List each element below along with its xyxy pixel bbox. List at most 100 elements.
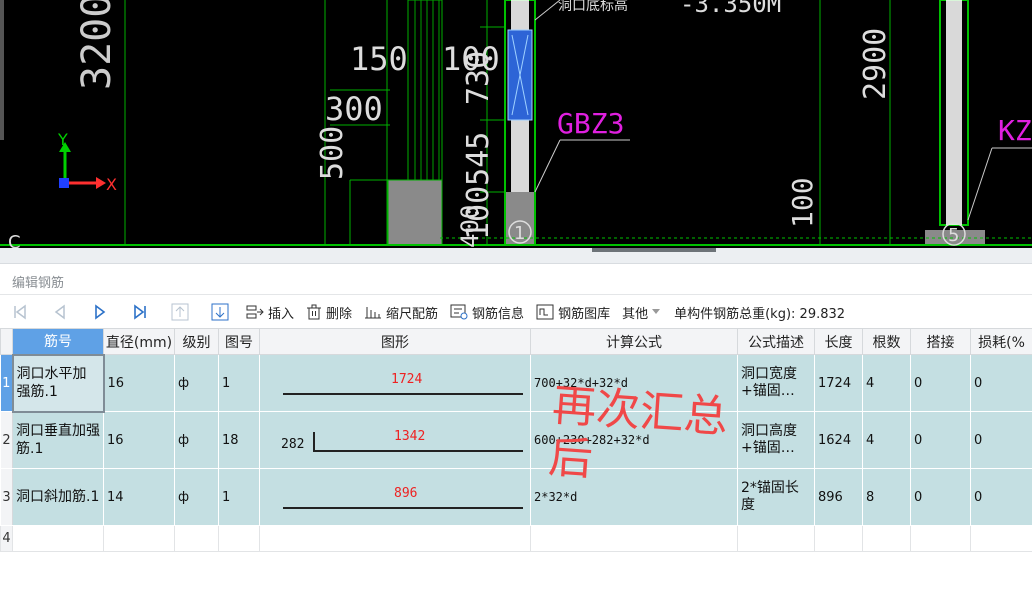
arrow-up-box-icon xyxy=(171,303,189,321)
grade-cell[interactable]: ф xyxy=(174,411,219,469)
lap-cell[interactable]: 0 xyxy=(910,468,971,526)
trash-icon xyxy=(307,304,322,320)
shape-cell[interactable]: 896 xyxy=(259,468,531,526)
header-count[interactable]: 根数 xyxy=(862,328,911,355)
table-row[interactable]: 2 洞口垂直加强筋.1 16 ф 18 282 1342 600+230+282… xyxy=(0,411,1032,469)
header-bar-number[interactable]: 筋号 xyxy=(12,328,104,355)
splitter-grip[interactable] xyxy=(592,248,716,252)
empty-cell[interactable] xyxy=(910,525,971,552)
header-figure-no[interactable]: 图号 xyxy=(218,328,260,355)
cad-dim-150: 150 xyxy=(350,40,408,78)
empty-cell[interactable] xyxy=(862,525,911,552)
header-formula[interactable]: 计算公式 xyxy=(530,328,738,355)
cad-dim-3200: 3200 xyxy=(74,0,120,90)
other-dropdown[interactable]: 其他 xyxy=(616,300,666,324)
bar-name-cell[interactable]: 洞口斜加筋.1 xyxy=(12,468,104,526)
row-number[interactable]: 3 xyxy=(0,468,13,526)
header-formula-desc[interactable]: 公式描述 xyxy=(737,328,815,355)
loss-cell[interactable]: 0 xyxy=(970,354,1032,412)
empty-cell[interactable] xyxy=(737,525,815,552)
row-number[interactable]: 4 xyxy=(0,525,13,552)
table-row[interactable]: 1 洞口水平加强筋.1 16 ф 1 1724 700+32*d+32*d 洞口… xyxy=(0,353,1032,413)
rebar-table: 筋号 直径(mm) 级别 图号 图形 计算公式 公式描述 长度 根数 搭接 损耗… xyxy=(0,328,1032,552)
panel-splitter[interactable] xyxy=(0,248,1032,264)
count-cell[interactable]: 4 xyxy=(862,354,911,412)
rebar-info-label: 钢筋信息 xyxy=(472,306,525,322)
empty-cell[interactable] xyxy=(530,525,738,552)
empty-cell[interactable] xyxy=(103,525,175,552)
app-root: 3200 150 100 730 300 500 100545 2900 100… xyxy=(0,0,1032,615)
shape-cell[interactable]: 1724 xyxy=(259,354,531,412)
grade-cell[interactable]: ф xyxy=(174,354,219,412)
shape-cell[interactable]: 282 1342 xyxy=(259,411,531,469)
move-up-button[interactable] xyxy=(160,300,200,324)
total-weight-value: 29.832 xyxy=(799,306,846,322)
empty-cell[interactable] xyxy=(218,525,260,552)
last-record-button[interactable] xyxy=(120,300,160,324)
empty-cell[interactable] xyxy=(259,525,531,552)
bar-name-cell[interactable]: 洞口水平加强筋.1 xyxy=(11,353,105,413)
first-record-button[interactable] xyxy=(0,300,40,324)
delete-label: 删除 xyxy=(326,306,353,322)
next-record-button[interactable] xyxy=(80,300,120,324)
diameter-cell[interactable]: 16 xyxy=(103,411,175,469)
header-length[interactable]: 长度 xyxy=(814,328,863,355)
table-row[interactable]: 3 洞口斜加筋.1 14 ф 1 896 2*32*d 2*锚固长度 896 8… xyxy=(0,468,1032,526)
shape-hook-line xyxy=(313,432,315,452)
header-diameter[interactable]: 直径(mm) xyxy=(103,328,175,355)
bar-name-cell[interactable]: 洞口垂直加强筋.1 xyxy=(12,411,104,469)
length-cell[interactable]: 1624 xyxy=(814,411,863,469)
formula-desc-cell[interactable]: 洞口高度+锚固… xyxy=(737,411,815,469)
delete-button[interactable]: 删除 xyxy=(300,300,358,324)
rebar-info-button[interactable]: 钢筋信息 xyxy=(444,300,530,324)
figure-no-cell[interactable]: 18 xyxy=(218,411,260,469)
diameter-cell[interactable]: 16 xyxy=(103,354,175,412)
count-cell[interactable]: 8 xyxy=(862,468,911,526)
lap-cell[interactable]: 0 xyxy=(910,354,971,412)
cad-dim-300: 300 xyxy=(325,90,383,128)
length-cell[interactable]: 896 xyxy=(814,468,863,526)
insert-button[interactable]: 插入 xyxy=(240,300,300,324)
row-number[interactable]: 1 xyxy=(0,354,13,412)
diameter-cell[interactable]: 14 xyxy=(103,468,175,526)
next-icon xyxy=(95,304,106,320)
figure-no-cell[interactable]: 1 xyxy=(218,468,260,526)
lap-cell[interactable]: 0 xyxy=(910,411,971,469)
cad-drawing: 3200 150 100 730 300 500 100545 2900 100… xyxy=(0,0,1032,248)
table-row-empty[interactable]: 4 xyxy=(0,525,1032,552)
rebar-library-button[interactable]: 钢筋图库 xyxy=(530,300,616,324)
prev-record-button[interactable] xyxy=(40,300,80,324)
empty-cell[interactable] xyxy=(814,525,863,552)
row-number[interactable]: 2 xyxy=(0,411,13,469)
cad-marker-1: 1 xyxy=(514,223,525,244)
cad-viewport[interactable]: 3200 150 100 730 300 500 100545 2900 100… xyxy=(0,0,1032,248)
scale-rebar-button[interactable]: 缩尺配筋 xyxy=(358,300,444,324)
count-cell[interactable]: 4 xyxy=(862,411,911,469)
shape-bar-line xyxy=(283,507,523,509)
header-loss[interactable]: 损耗(% xyxy=(970,328,1032,355)
empty-cell[interactable] xyxy=(174,525,219,552)
formula-cell[interactable]: 2*32*d xyxy=(530,468,738,526)
header-lap[interactable]: 搭接 xyxy=(910,328,971,355)
header-shape[interactable]: 图形 xyxy=(259,328,531,355)
loss-cell[interactable]: 0 xyxy=(970,411,1032,469)
shape-bar-line xyxy=(313,450,523,452)
empty-cell[interactable] xyxy=(12,525,104,552)
grade-cell[interactable]: ф xyxy=(174,468,219,526)
length-cell[interactable]: 1724 xyxy=(814,354,863,412)
formula-cell[interactable]: 600+230+282+32*d xyxy=(530,411,738,469)
panel-title-divider xyxy=(0,294,1032,295)
cad-axis-c: C xyxy=(8,232,21,248)
formula-desc-cell[interactable]: 洞口宽度+锚固… xyxy=(737,354,815,412)
formula-desc-cell[interactable]: 2*锚固长度 xyxy=(737,468,815,526)
move-down-button[interactable] xyxy=(200,300,240,324)
empty-cell[interactable] xyxy=(970,525,1032,552)
formula-cell[interactable]: 700+32*d+32*d xyxy=(530,354,738,412)
chevron-down-icon xyxy=(652,309,661,314)
other-label: 其他 xyxy=(622,306,649,322)
insert-row-icon xyxy=(246,305,264,319)
figure-no-cell[interactable]: 1 xyxy=(218,354,260,412)
loss-cell[interactable]: 0 xyxy=(970,468,1032,526)
corner-header[interactable] xyxy=(0,328,13,355)
header-grade[interactable]: 级别 xyxy=(174,328,219,355)
